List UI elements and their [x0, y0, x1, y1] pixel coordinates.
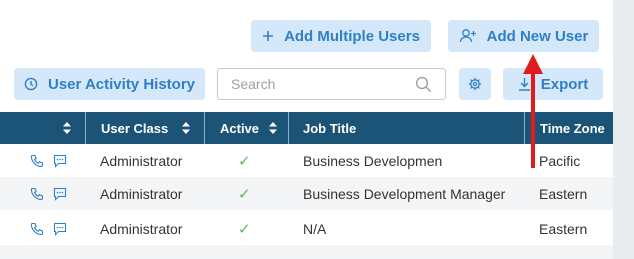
user-activity-history-button[interactable]: User Activity History	[14, 68, 205, 100]
time-zone-cell: Eastern	[539, 220, 588, 237]
add-multiple-users-button[interactable]: Add Multiple Users	[251, 20, 431, 52]
chat-icon[interactable]	[53, 212, 67, 245]
table-row: Administrator ✓ N/A Eastern	[0, 212, 613, 245]
column-header-user-class[interactable]: User Class	[85, 112, 204, 144]
check-icon: ✓	[238, 220, 251, 238]
clock-icon	[24, 77, 38, 91]
user-class-cell: Administrator	[100, 220, 183, 237]
table-row: Administrator ✓ Business Development Man…	[0, 177, 613, 210]
gear-icon	[468, 77, 482, 91]
search-icon[interactable]	[415, 76, 432, 98]
chat-icon[interactable]	[53, 144, 67, 177]
table-row-partial	[0, 245, 613, 259]
column-header-job-title[interactable]: Job Title	[288, 112, 524, 144]
plus-icon	[262, 30, 274, 42]
user-class-cell: Administrator	[100, 152, 183, 169]
job-title-cell: Business Developmen	[303, 152, 443, 169]
user-management-panel: Add Multiple Users Add New User User Act…	[0, 0, 613, 259]
column-header-actions[interactable]	[0, 112, 85, 144]
settings-button[interactable]	[459, 68, 491, 100]
phone-icon[interactable]	[30, 212, 44, 245]
add-multiple-users-label: Add Multiple Users	[284, 27, 420, 45]
phone-icon[interactable]	[30, 144, 44, 177]
sort-icon	[63, 122, 71, 134]
job-title-cell: Business Development Manager	[303, 185, 506, 202]
search-input[interactable]	[231, 75, 411, 93]
sort-icon	[269, 122, 277, 134]
time-zone-cell: Eastern	[539, 185, 588, 202]
check-icon: ✓	[238, 152, 251, 170]
phone-icon[interactable]	[30, 177, 44, 210]
add-new-user-label: Add New User	[486, 27, 589, 45]
column-label: User Class	[101, 120, 169, 136]
column-label: Active	[220, 120, 260, 136]
column-label: Job Title	[303, 120, 357, 136]
column-label: Time Zone	[540, 120, 605, 136]
user-activity-history-label: User Activity History	[48, 75, 195, 93]
user-class-cell: Administrator	[100, 185, 183, 202]
chat-icon[interactable]	[53, 177, 67, 210]
check-icon: ✓	[238, 185, 251, 203]
search-box	[217, 68, 446, 100]
annotation-arrow	[518, 52, 548, 175]
add-new-user-button[interactable]: Add New User	[448, 20, 599, 52]
sort-icon	[182, 122, 190, 134]
column-header-active[interactable]: Active	[204, 112, 288, 144]
add-user-icon	[459, 28, 477, 44]
job-title-cell: N/A	[303, 220, 327, 237]
